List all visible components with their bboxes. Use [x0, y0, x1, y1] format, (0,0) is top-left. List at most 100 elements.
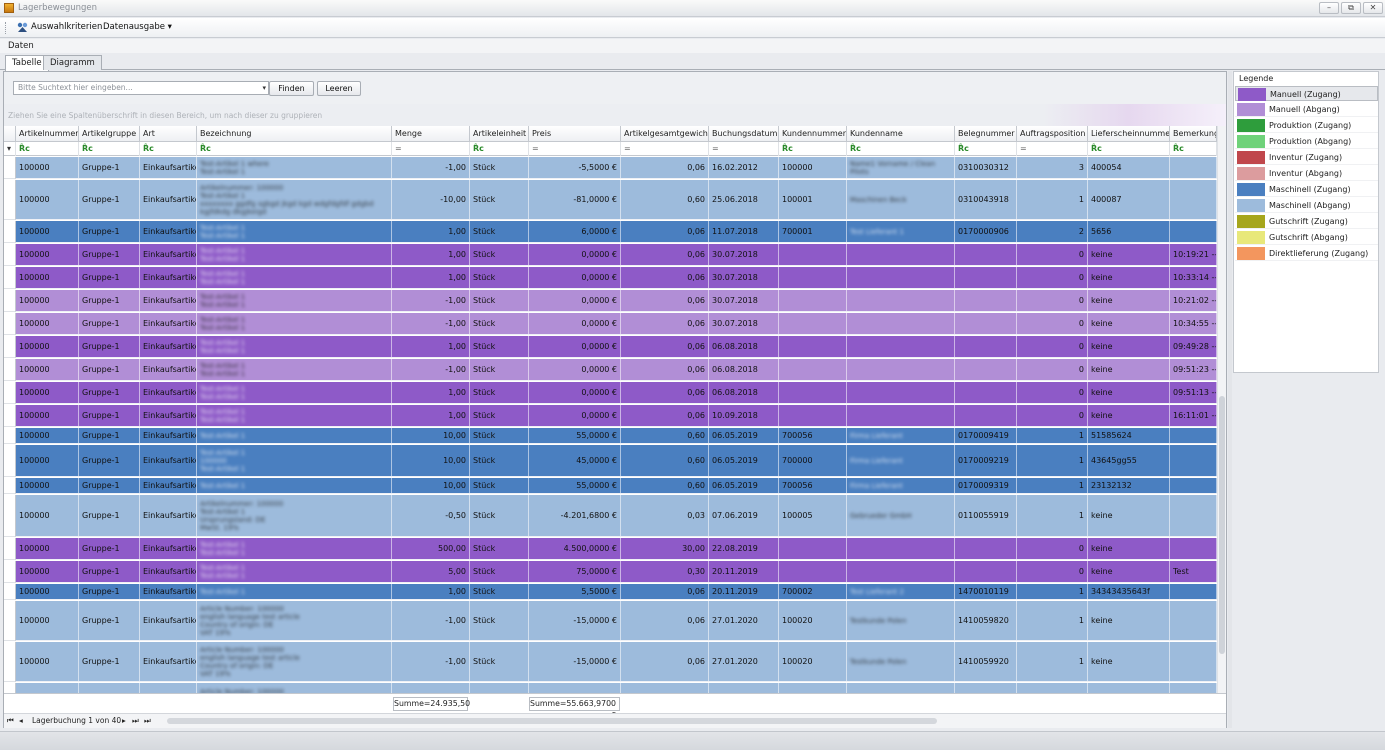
legend-item[interactable]: Gutschrift (Zugang) [1235, 214, 1378, 229]
vertical-scrollbar[interactable] [1217, 126, 1226, 693]
row-selector[interactable] [4, 359, 16, 381]
table-row[interactable]: 100000Gruppe-1EinkaufsartikelArticle Num… [16, 601, 1217, 641]
panel-splitter[interactable] [1228, 71, 1232, 728]
filter-cell-buchungsdatum[interactable]: = [709, 142, 779, 156]
table-row[interactable]: 100000 Gruppe-1 Einkaufsartikel Test-Artike… [16, 428, 1217, 444]
table-row[interactable]: 100000 Gruppe-1 Einkaufsartikel Test-Artike… [16, 267, 1217, 289]
legend-item[interactable]: Produktion (Abgang) [1235, 134, 1378, 149]
table-row[interactable]: 100000Gruppe-1EinkaufsartikelArticle Num… [16, 683, 1217, 693]
column-header-bezeichnung[interactable]: Bezeichnung [197, 126, 392, 142]
row-selector[interactable] [4, 180, 16, 220]
table-row[interactable]: 100000 Gruppe-1 Einkaufsartikel Test-Artike… [16, 538, 1217, 560]
row-selector[interactable] [4, 267, 16, 289]
close-button[interactable]: ✕ [1363, 2, 1383, 14]
table-row[interactable]: 100000 Gruppe-1 Einkaufsartikel Test-Artike… [16, 405, 1217, 427]
row-selector[interactable] [4, 642, 16, 682]
filter-cell-artikelgruppe[interactable]: Ȓc [79, 142, 140, 156]
table-row[interactable]: 100000 Gruppe-1 Einkaufsartikel Test-Artike… [16, 561, 1217, 583]
row-selector[interactable] [4, 405, 16, 427]
find-button[interactable]: Finden [269, 81, 314, 96]
column-header-preis[interactable]: Preis [529, 126, 621, 142]
filter-cell-lieferscheinnummer[interactable]: Ȓc [1088, 142, 1170, 156]
legend-item[interactable]: Manuell (Zugang) [1235, 86, 1378, 101]
legend-item[interactable]: Maschinell (Abgang) [1235, 198, 1378, 213]
column-header-artikelnummer[interactable]: Artikelnummer [16, 126, 79, 142]
nav-next-icon[interactable]: ▸ [122, 716, 126, 725]
filter-cell-kundennummer[interactable]: Ȓc [779, 142, 847, 156]
column-header-art[interactable]: Art [140, 126, 197, 142]
legend-item[interactable]: Manuell (Abgang) [1235, 102, 1378, 117]
row-selector[interactable] [4, 478, 16, 494]
legend-item[interactable]: Maschinell (Zugang) [1235, 182, 1378, 197]
row-selector[interactable] [4, 157, 16, 179]
filter-cell-artikeleinheit[interactable]: Ȓc [470, 142, 529, 156]
row-selector[interactable] [4, 244, 16, 266]
table-row[interactable]: 100000 Gruppe-1 Einkaufsartikel Test-Artike… [16, 157, 1217, 179]
column-header-artikelgesamtgewicht[interactable]: Artikelgesamtgewicht [621, 126, 709, 142]
table-row[interactable]: 100000 Gruppe-1 Einkaufsartikel Test-Artike… [16, 359, 1217, 381]
filter-cell-art[interactable]: Ȓc [140, 142, 197, 156]
column-header-menge[interactable]: Menge [392, 126, 470, 142]
clear-button[interactable]: Leeren [317, 81, 361, 96]
legend-item[interactable]: Inventur (Abgang) [1235, 166, 1378, 181]
filter-cell-preis[interactable]: = [529, 142, 621, 156]
nav-prev-icon[interactable]: ◂ [19, 716, 23, 725]
filter-funnel-icon[interactable]: ▾ [4, 142, 16, 156]
table-row[interactable]: 100000 Gruppe-1 Einkaufsartikel Test-Artike… [16, 336, 1217, 358]
nav-next-page-icon[interactable]: ⏭ [132, 716, 139, 726]
row-selector[interactable] [4, 561, 16, 583]
table-row[interactable]: 100000 Gruppe-1 Einkaufsartikel Test-Artike… [16, 313, 1217, 335]
filter-cell-menge[interactable]: = [392, 142, 470, 156]
nav-first-icon[interactable]: ⏮ [7, 716, 14, 726]
filter-cell-artikelgesamtgewicht[interactable]: = [621, 142, 709, 156]
column-header-bemerkungen[interactable]: Bemerkungen [1170, 126, 1217, 142]
row-selector[interactable] [4, 538, 16, 560]
row-selector[interactable] [4, 290, 16, 312]
row-selector[interactable] [4, 336, 16, 358]
search-dropdown-icon[interactable]: ▾ [262, 83, 266, 93]
row-selector[interactable] [4, 601, 16, 641]
row-selector[interactable] [4, 221, 16, 243]
nav-last-icon[interactable]: ⏭ [144, 716, 151, 726]
restore-button[interactable]: ⧉ [1341, 2, 1361, 14]
table-row[interactable]: 100000 Gruppe-1 Einkaufsartikel Test-Artike… [16, 290, 1217, 312]
row-selector[interactable] [4, 428, 16, 444]
search-input[interactable]: Bitte Suchtext hier eingeben... ▾ [13, 81, 269, 95]
table-row[interactable]: 100000 Gruppe-1 Einkaufsartikel Artikelnumm… [16, 180, 1217, 220]
column-header-artikeleinheit[interactable]: Artikeleinheit [470, 126, 529, 142]
criteria-menu[interactable]: Auswahlkriterien [31, 22, 102, 32]
table-row[interactable]: 100000 Gruppe-1 Einkaufsartikel Test-Artike… [16, 445, 1217, 477]
menu-data[interactable]: Daten [8, 41, 34, 51]
filter-cell-kundenname[interactable]: Ȓc [847, 142, 955, 156]
toolbar-grip[interactable] [5, 22, 7, 34]
row-selector[interactable] [4, 382, 16, 404]
filter-cell-artikelnummer[interactable]: Ȓc [16, 142, 79, 156]
table-row[interactable]: 100000 Gruppe-1 Einkaufsartikel Test-Artike… [16, 584, 1217, 600]
legend-item[interactable]: Gutschrift (Abgang) [1235, 230, 1378, 245]
row-selector[interactable] [4, 445, 16, 477]
filter-cell-bezeichnung[interactable]: Ȓc [197, 142, 392, 156]
filter-cell-bemerkungen[interactable]: Ȓc [1170, 142, 1217, 156]
column-header-artikelgruppe[interactable]: Artikelgruppe [79, 126, 140, 142]
table-row[interactable]: 100000 Gruppe-1 Einkaufsartikel Test-Artike… [16, 244, 1217, 266]
minimize-button[interactable]: – [1319, 2, 1339, 14]
legend-item[interactable]: Produktion (Zugang) [1235, 118, 1378, 133]
legend-item[interactable]: Inventur (Zugang) [1235, 150, 1378, 165]
column-header-belegnummer[interactable]: Belegnummer [955, 126, 1017, 142]
row-selector[interactable] [4, 313, 16, 335]
vertical-scroll-thumb[interactable] [1219, 396, 1225, 654]
column-header-kundenname[interactable]: Kundenname [847, 126, 955, 142]
data-output-menu[interactable]: Datenausgabe ▾ [103, 22, 172, 32]
table-row[interactable]: 100000Gruppe-1EinkaufsartikelArticle Num… [16, 642, 1217, 682]
horizontal-scrollbar[interactable] [167, 718, 937, 724]
group-panel[interactable]: Ziehen Sie eine Spaltenüberschrift in di… [4, 104, 1226, 126]
column-header-lieferscheinnummer[interactable]: Lieferscheinnummer [1088, 126, 1170, 142]
row-selector[interactable] [4, 495, 16, 537]
filter-cell-auftragsposition[interactable]: = [1017, 142, 1088, 156]
table-row[interactable]: 100000 Gruppe-1 Einkaufsartikel Test-Artike… [16, 478, 1217, 494]
tab-diagram[interactable]: Diagramm [43, 55, 102, 70]
table-row[interactable]: 100000 Gruppe-1 Einkaufsartikel Artikelnumm… [16, 495, 1217, 537]
column-header-kundennummer[interactable]: Kundennummer [779, 126, 847, 142]
column-header-auftragsposition[interactable]: Auftragsposition [1017, 126, 1088, 142]
table-row[interactable]: 100000 Gruppe-1 Einkaufsartikel Test-Artike… [16, 221, 1217, 243]
